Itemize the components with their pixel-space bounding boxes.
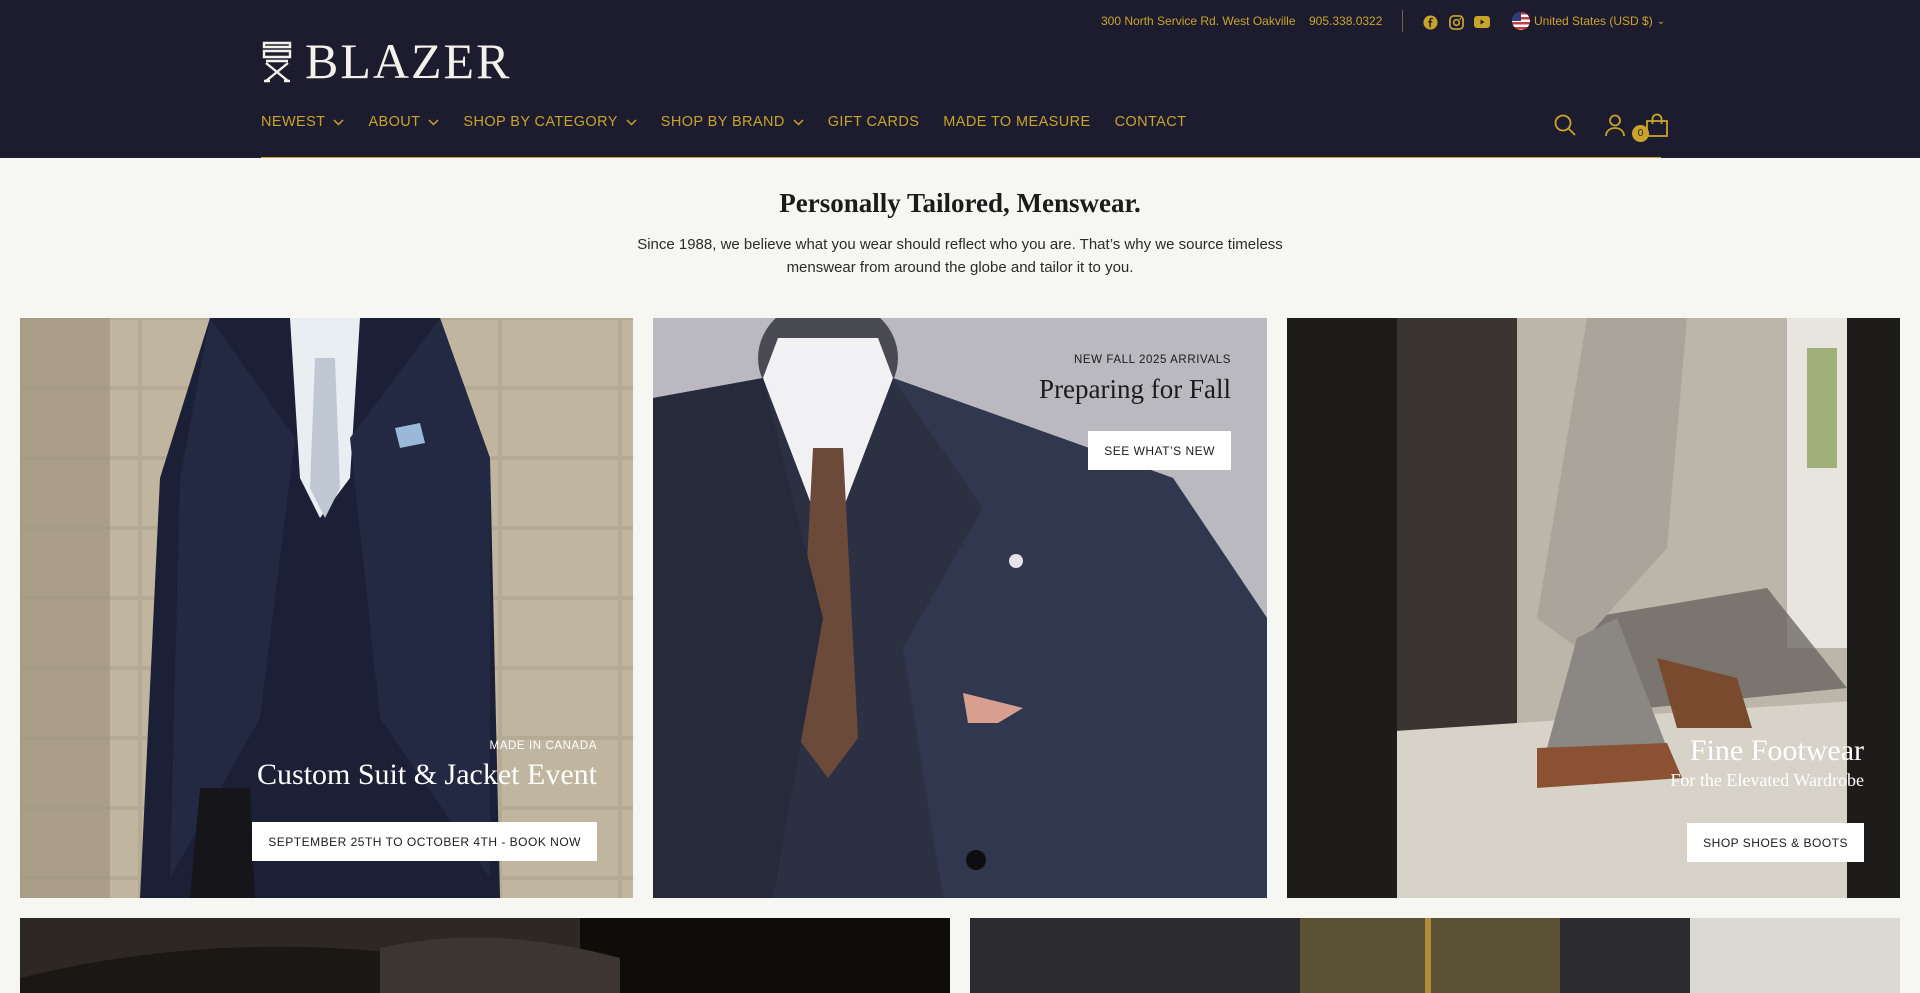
main-nav: NEWEST ABOUT SHOP BY CATEGORY SHOP BY BR… [261,114,1210,130]
chair-logo-icon [262,41,292,83]
suit-eyebrow: MADE IN CANADA [489,740,597,752]
fall-panel-text: NEW FALL 2025 ARRIVALS Preparing for Fal… [1039,354,1231,406]
chevron-down-icon [333,118,344,126]
footwear-title: Fine Footwear [1689,734,1864,767]
nav-item-label: SHOP BY BRAND [660,114,785,130]
chevron-down-icon [793,118,804,126]
bottom-left-photo [20,918,950,993]
chevron-down-icon [626,118,637,126]
country-selector[interactable]: United States (USD $) ⌄ [1512,12,1665,30]
promo-panel-footwear[interactable]: Fine Footwear For the Elevated Wardrobe … [1287,318,1900,898]
intro-text: Since 1988, we believe what you wear sho… [637,236,1283,276]
nav-item-label: CONTACT [1114,114,1187,130]
see-whats-new-button[interactable]: SEE WHAT’S NEW [1088,431,1231,470]
nav-item-label: MADE TO MEASURE [943,114,1091,130]
nav-item-label: ABOUT [368,114,421,130]
nav-item-shop-by-brand[interactable]: SHOP BY BRAND [661,114,804,130]
promo-panel-bottom-left[interactable] [20,918,950,993]
header-divider [261,157,1661,158]
suit-photo [20,318,633,898]
nav-item-about[interactable]: ABOUT [368,114,439,130]
cart-count-badge: 0 [1632,125,1649,142]
footwear-panel-text: Fine Footwear For the Elevated Wardrobe [1670,734,1864,791]
fall-title: Preparing for Fall [1039,374,1231,404]
chevron-down-icon [428,118,439,126]
us-flag-icon [1512,12,1530,30]
store-address: 300 North Service Rd. West Oakville [1101,14,1296,28]
nav-item-contact[interactable]: CONTACT [1115,114,1187,130]
utility-bar: 300 North Service Rd. West Oakville 905.… [0,10,1920,32]
utility-divider [1402,10,1403,32]
suit-book-now-button[interactable]: SEPTEMBER 25TH TO OCTOBER 4TH - BOOK NOW [252,822,597,861]
promo-panel-fall[interactable]: NEW FALL 2025 ARRIVALS Preparing for Fal… [653,318,1267,898]
nav-item-label: GIFT CARDS [827,114,920,130]
footwear-photo [1287,318,1900,898]
nav-item-shop-by-category[interactable]: SHOP BY CATEGORY [463,114,637,130]
search-icon[interactable] [1552,112,1578,138]
country-label: United States (USD $) [1534,14,1653,28]
nav-item-label: NEWEST [261,114,326,130]
chevron-down-icon: ⌄ [1656,15,1666,27]
site-header: 300 North Service Rd. West Oakville 905.… [0,0,1920,158]
promo-panel-bottom-right[interactable] [970,918,1900,993]
promo-panel-custom-suit[interactable]: MADE IN CANADA Custom Suit & Jacket Even… [20,318,633,898]
store-phone[interactable]: 905.338.0322 [1309,14,1382,28]
footwear-subtitle: For the Elevated Wardrobe [1670,770,1864,790]
nav-item-gift-cards[interactable]: GIFT CARDS [828,114,920,130]
account-icon[interactable] [1602,112,1628,138]
page-title: Personally Tailored, Menswear. [779,188,1141,218]
nav-item-newest[interactable]: NEWEST [261,114,344,130]
brand-logo[interactable]: BLAZER [261,36,511,86]
nav-item-label: SHOP BY CATEGORY [463,114,618,130]
bottom-right-photo [970,918,1900,993]
youtube-icon[interactable] [1474,14,1490,30]
shop-shoes-boots-button[interactable]: SHOP SHOES & BOOTS [1687,823,1864,862]
nav-item-made-to-measure[interactable]: MADE TO MEASURE [943,114,1090,130]
instagram-icon[interactable] [1448,14,1464,30]
suit-title: Custom Suit & Jacket Event [257,758,597,791]
facebook-icon[interactable] [1422,14,1438,30]
brand-name: BLAZER [305,33,512,89]
suit-panel-text: MADE IN CANADA Custom Suit & Jacket Even… [257,740,597,792]
fall-eyebrow: NEW FALL 2025 ARRIVALS [1073,354,1231,366]
